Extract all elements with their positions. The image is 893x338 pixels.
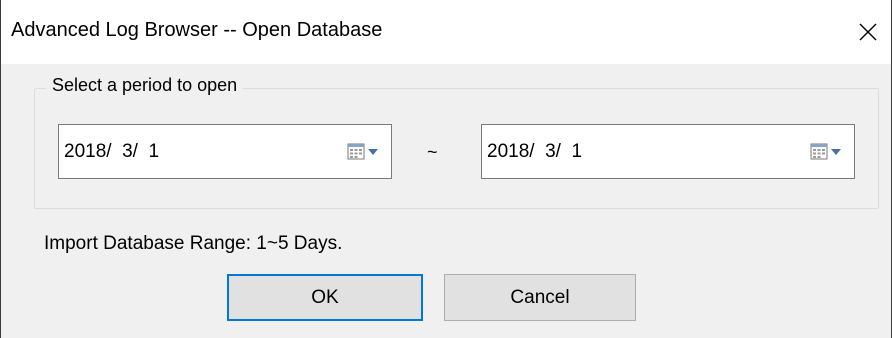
end-date-value[interactable]: 2018/ 3/ 1 — [487, 141, 582, 163]
window-title: Advanced Log Browser -- Open Database — [11, 19, 383, 41]
start-date-value[interactable]: 2018/ 3/ 1 — [64, 141, 159, 163]
cancel-button[interactable]: Cancel — [444, 274, 636, 321]
close-button[interactable] — [845, 0, 891, 64]
title-bar: Advanced Log Browser -- Open Database — [1, 0, 891, 64]
calendar-dropdown-icon — [347, 143, 378, 160]
end-calendar-dropdown-button[interactable] — [810, 143, 844, 161]
ok-button[interactable]: OK — [227, 274, 423, 321]
open-database-dialog: Advanced Log Browser -- Open Database Se… — [0, 0, 892, 338]
start-calendar-dropdown-button[interactable] — [347, 143, 381, 161]
date-range-separator: ~ — [427, 142, 438, 162]
end-date-picker[interactable]: 2018/ 3/ 1 — [481, 124, 855, 179]
start-date-picker[interactable]: 2018/ 3/ 1 — [58, 124, 392, 179]
calendar-dropdown-icon — [810, 143, 841, 160]
close-icon — [859, 23, 877, 41]
period-group-label: Select a period to open — [46, 75, 244, 96]
dialog-body: Select a period to open 2018/ 3/ 1 ~ 201… — [1, 64, 891, 338]
import-range-info: Import Database Range: 1~5 Days. — [44, 233, 343, 254]
